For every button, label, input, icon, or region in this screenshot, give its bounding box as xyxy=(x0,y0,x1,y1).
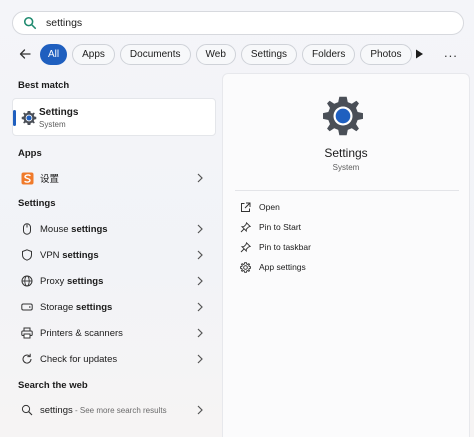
action-label: Open xyxy=(259,202,280,212)
chevron-right-icon xyxy=(197,302,203,312)
filter-bar: All Apps Documents Web Settings Folders … xyxy=(16,43,417,65)
selection-indicator xyxy=(13,110,16,126)
refresh-icon xyxy=(20,352,34,366)
action-label: Pin to taskbar xyxy=(259,242,311,252)
search-icon xyxy=(20,403,34,417)
settings-gear-icon xyxy=(323,96,363,136)
best-match-heading: Best match xyxy=(18,80,70,91)
filter-settings[interactable]: Settings xyxy=(240,43,298,65)
list-item-label: Printers & scanners xyxy=(40,327,123,339)
list-item-label: Check for updates xyxy=(40,353,118,365)
pin-icon xyxy=(239,241,251,253)
action-label: App settings xyxy=(259,262,306,272)
sogou-app-icon xyxy=(20,171,34,185)
action-label: Pin to Start xyxy=(259,222,302,232)
gear-icon xyxy=(239,261,251,273)
list-item-app[interactable]: 设置 xyxy=(12,167,216,189)
best-match-title: Settings xyxy=(39,107,79,118)
chevron-right-icon xyxy=(197,405,203,415)
more-options-icon[interactable]: ... xyxy=(444,45,458,60)
preview-subtitle: System xyxy=(332,163,360,172)
storage-drive-icon xyxy=(20,300,34,314)
chevron-right-icon xyxy=(197,276,203,286)
chevron-right-icon xyxy=(197,328,203,338)
preview-pane: Settings System Open Pin to Start Pin to… xyxy=(222,73,470,437)
list-item-label: Mouse settings xyxy=(40,223,108,235)
list-item-label: 设置 xyxy=(40,174,60,185)
pin-icon xyxy=(239,221,251,233)
best-match-subtitle: System xyxy=(39,120,66,129)
list-item-proxy-settings[interactable]: Proxy settings xyxy=(12,270,216,292)
list-item-mouse-settings[interactable]: Mouse settings xyxy=(12,218,216,240)
chevron-right-icon xyxy=(197,250,203,260)
chevron-right-icon xyxy=(197,354,203,364)
filter-documents[interactable]: Documents xyxy=(119,43,191,65)
list-item-label: VPN settings xyxy=(40,249,99,261)
filter-folders[interactable]: Folders xyxy=(302,43,356,65)
chevron-right-icon xyxy=(197,224,203,234)
back-arrow-icon[interactable] xyxy=(16,45,34,63)
filter-apps[interactable]: Apps xyxy=(72,43,115,65)
search-box[interactable] xyxy=(12,11,464,35)
filter-all[interactable]: All xyxy=(40,43,68,65)
action-app-settings[interactable]: App settings xyxy=(239,259,306,275)
mouse-icon xyxy=(20,222,34,236)
chevron-right-icon xyxy=(197,173,203,183)
apps-heading: Apps xyxy=(18,148,42,159)
action-open[interactable]: Open xyxy=(239,199,280,215)
list-item-vpn-settings[interactable]: VPN settings xyxy=(12,244,216,266)
action-pin-taskbar[interactable]: Pin to taskbar xyxy=(239,239,311,255)
action-pin-start[interactable]: Pin to Start xyxy=(239,219,301,235)
play-icon[interactable] xyxy=(413,48,425,60)
open-external-icon xyxy=(239,201,251,213)
search-icon xyxy=(23,16,37,30)
list-item-label: settings - See more search results xyxy=(40,404,167,416)
filter-web[interactable]: Web xyxy=(195,43,236,65)
globe-icon xyxy=(20,274,34,288)
divider xyxy=(235,190,459,191)
filter-photos[interactable]: Photos xyxy=(360,43,412,65)
best-match-item[interactable]: Settings System xyxy=(12,98,216,136)
list-item-storage-settings[interactable]: Storage settings xyxy=(12,296,216,318)
printer-icon xyxy=(20,326,34,340)
list-item-label: Proxy settings xyxy=(40,275,104,287)
settings-gear-icon xyxy=(21,111,37,125)
list-item-web-search[interactable]: settings - See more search results xyxy=(12,399,216,421)
search-input[interactable] xyxy=(46,14,426,32)
list-item-label: Storage settings xyxy=(40,301,113,313)
start-search-panel: All Apps Documents Web Settings Folders … xyxy=(0,0,474,437)
settings-heading: Settings xyxy=(18,198,56,209)
preview-title: Settings xyxy=(324,146,368,160)
list-item-check-updates[interactable]: Check for updates xyxy=(12,348,216,370)
search-web-heading: Search the web xyxy=(18,380,88,391)
vpn-shield-icon xyxy=(20,248,34,262)
list-item-printers-scanners[interactable]: Printers & scanners xyxy=(12,322,216,344)
